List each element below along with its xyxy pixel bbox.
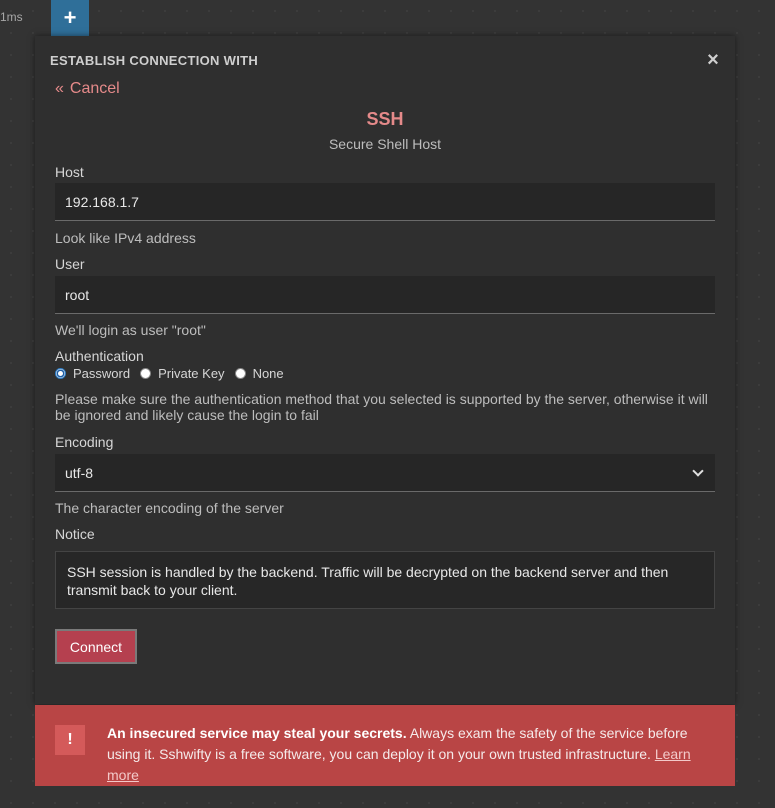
encoding-hint: The character encoding of the server	[55, 500, 284, 516]
auth-option-label: Private Key	[158, 366, 225, 381]
radio-checked-icon[interactable]	[55, 368, 66, 379]
top-bar: 1ms +	[0, 0, 775, 36]
add-connection-button[interactable]: +	[51, 0, 89, 36]
encoding-value: utf-8	[65, 464, 94, 481]
auth-option-label: Password	[73, 366, 131, 381]
radio-unchecked-icon[interactable]	[234, 368, 246, 379]
back-arrow-icon: «	[55, 80, 64, 97]
latency-indicator: 1ms	[0, 10, 23, 24]
notice-label: Notice	[55, 526, 95, 542]
warning-strong-text: An insecured service may steal your secr…	[107, 725, 407, 741]
dialog-title: ESTABLISH CONNECTION WITH	[50, 53, 259, 68]
authentication-label: Authentication	[55, 348, 144, 364]
warning-text: An insecured service may steal your secr…	[107, 723, 722, 786]
protocol-name: SSH	[366, 109, 404, 129]
notice-box: SSH session is handled by the backend. T…	[55, 551, 715, 609]
auth-option-password[interactable]: Password	[55, 366, 130, 381]
protocol-description: Secure Shell Host	[328, 136, 442, 152]
radio-unchecked-icon[interactable]	[140, 368, 152, 379]
auth-option-private-key[interactable]: Private Key	[140, 366, 225, 381]
security-warning-bar: ! An insecured service may steal your se…	[35, 705, 735, 786]
encoding-label: Encoding	[55, 434, 114, 450]
cancel-label: Cancel	[69, 80, 120, 97]
close-icon[interactable]: ×	[705, 50, 721, 70]
user-hint: We'll login as user "root"	[55, 322, 206, 338]
chevron-down-icon	[692, 464, 704, 477]
authentication-options: Password Private Key None	[55, 366, 294, 381]
auth-option-label: None	[252, 366, 284, 381]
host-input[interactable]	[55, 183, 715, 221]
authentication-hint: Please make sure the authentication meth…	[55, 391, 708, 423]
host-hint: Look like IPv4 address	[55, 230, 196, 246]
cancel-link[interactable]: « Cancel	[55, 80, 120, 98]
user-input[interactable]	[55, 276, 715, 314]
host-label: Host	[55, 164, 84, 180]
auth-option-none[interactable]: None	[234, 366, 284, 381]
connect-button[interactable]: Connect	[55, 629, 137, 664]
warning-icon: !	[55, 725, 85, 755]
encoding-select[interactable]: utf-8	[55, 454, 715, 492]
connection-dialog: ESTABLISH CONNECTION WITH × « Cancel SSH …	[35, 36, 735, 704]
user-label: User	[55, 256, 85, 272]
